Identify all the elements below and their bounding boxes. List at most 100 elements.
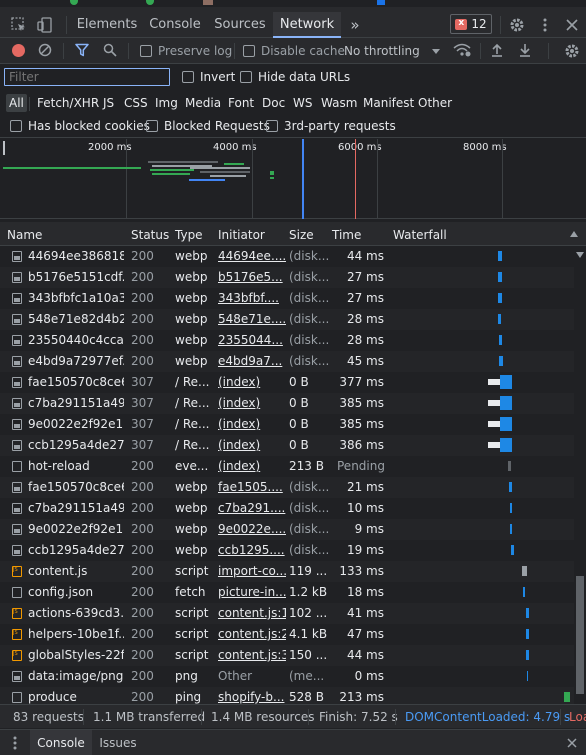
type-filter-all[interactable]: All (6, 94, 27, 112)
throttling-select[interactable]: No throttling (344, 43, 440, 59)
inspect-element-icon[interactable] (9, 15, 29, 35)
request-row[interactable]: 9e0022e2f92e1... 307 / Re... (index) 0 B 385 … (0, 414, 574, 435)
type-filter-media[interactable]: Media (185, 94, 221, 112)
request-initiator[interactable]: (index) (218, 372, 286, 393)
request-row[interactable]: 44694ee386818... 200 webp 44694ee....(disk.… (0, 246, 574, 267)
type-filter-fetch-xhr[interactable]: Fetch/XHR (37, 94, 99, 112)
column-header-initiator[interactable]: Initiator (218, 225, 265, 247)
request-row[interactable]: ccb1295a4de27... 200 webp ccb1295....(disk.… (0, 540, 574, 561)
type-filter-js[interactable]: JS (103, 94, 114, 112)
blocked-requests-checkbox[interactable] (146, 120, 158, 132)
request-initiator[interactable]: content.js:2 (218, 624, 286, 645)
request-initiator[interactable]: (index) (218, 414, 286, 435)
network-conditions-icon[interactable] (452, 42, 472, 58)
request-initiator[interactable]: ccb1295.... (218, 540, 286, 561)
column-header-type[interactable]: Type (175, 225, 203, 247)
overview-timeline[interactable]: 2000 ms 4000 ms 6000 ms 8000 ms (0, 139, 586, 219)
close-devtools-icon[interactable] (562, 15, 582, 35)
export-har-icon[interactable] (517, 42, 533, 58)
request-row[interactable]: fae150570c8ce6... 200 webp fae1505....(disk… (0, 477, 574, 498)
disable-cache-checkbox[interactable] (243, 45, 255, 57)
error-badge[interactable]: x 12 (450, 14, 492, 34)
hide-data-urls-toggle[interactable]: Hide data URLs (240, 69, 350, 85)
request-initiator[interactable]: (index) (218, 456, 286, 477)
blocked-cookies-checkbox[interactable] (10, 120, 22, 132)
tab-elements[interactable]: Elements (74, 12, 140, 38)
request-initiator[interactable]: content.js:3 (218, 645, 286, 666)
hide-data-urls-checkbox[interactable] (240, 71, 252, 83)
request-initiator[interactable]: 343bfbf.... (218, 288, 286, 309)
preserve-log-toggle[interactable]: Preserve log (140, 43, 232, 59)
scrollbar-thumb[interactable] (576, 576, 584, 694)
overview-left-handle[interactable] (3, 141, 5, 155)
request-row[interactable]: config.json 200 fetch picture-in... 1.2 kB 18… (0, 582, 574, 603)
request-initiator[interactable]: import-co... (218, 561, 286, 582)
device-toolbar-icon[interactable] (35, 15, 55, 35)
import-har-icon[interactable] (489, 42, 505, 58)
disable-cache-toggle[interactable]: Disable cache (243, 43, 345, 59)
request-initiator[interactable]: e4bd9a7... (218, 351, 286, 372)
drawer-tab-issues[interactable]: Issues (95, 730, 141, 755)
request-row[interactable]: hot-reload 200 eve... (index) 213 B Pending (0, 456, 574, 477)
request-initiator[interactable]: fae1505.... (218, 477, 286, 498)
request-row[interactable]: c7ba291151a49... 307 / Re... (index)0 B 385 … (0, 393, 574, 414)
request-row[interactable]: c7ba291151a49... 200 webp c7ba291....(disk.… (0, 498, 574, 519)
request-row[interactable]: content.js 200 script import-co...119 ... 13… (0, 561, 574, 582)
request-row[interactable]: 23550440c4cca... 200 webp 2355044...(disk..… (0, 330, 574, 351)
request-row[interactable]: 9e0022e2f92e1... 200 webp 9e0022e.... (disk.… (0, 519, 574, 540)
request-row[interactable]: ccb1295a4de27... 307 / Re... (index)0 B 386 … (0, 435, 574, 456)
search-icon[interactable] (102, 42, 118, 58)
request-row[interactable]: globalStyles-22f... 200 script content.js:3… (0, 645, 574, 666)
more-tabs-button[interactable]: » (344, 12, 366, 38)
request-row[interactable]: e4bd9a72977ef... 200 webp e4bd9a7... (disk..… (0, 351, 574, 372)
type-filter-doc[interactable]: Doc (262, 94, 285, 112)
third-party-toggle[interactable]: 3rd-party requests (266, 118, 396, 134)
blocked-requests-toggle[interactable]: Blocked Requests (146, 118, 270, 134)
type-filter-other[interactable]: Other (418, 94, 452, 112)
request-row[interactable]: actions-639cd3... 200 script content.js:110… (0, 603, 574, 624)
request-initiator[interactable]: content.js:1 (218, 603, 286, 624)
type-filter-ws[interactable]: WS (293, 94, 312, 112)
table-scrollbar[interactable] (574, 246, 586, 704)
column-header-time[interactable]: Time (332, 225, 361, 247)
blocked-cookies-toggle[interactable]: Has blocked cookies (10, 118, 150, 134)
sort-up-icon[interactable] (570, 231, 578, 237)
column-header-status[interactable]: Status (131, 225, 169, 247)
request-initiator[interactable]: 2355044... (218, 330, 286, 351)
third-party-checkbox[interactable] (266, 120, 278, 132)
filter-icon[interactable] (74, 42, 90, 58)
tab-network[interactable]: Network (273, 12, 341, 38)
drawer-menu-icon[interactable] (8, 736, 22, 750)
type-filter-wasm[interactable]: Wasm (321, 94, 357, 112)
close-drawer-icon[interactable] (566, 737, 578, 749)
request-row[interactable]: 343bfbfc1a10a3... 200 webp 343bfbf....(disk… (0, 288, 574, 309)
type-filter-css[interactable]: CSS (124, 94, 148, 112)
tab-sources[interactable]: Sources (210, 12, 270, 38)
drawer-tab-console[interactable]: Console (30, 730, 92, 755)
request-initiator[interactable]: (index) (218, 393, 286, 414)
request-initiator[interactable]: 548e71e.... (218, 309, 286, 330)
invert-checkbox[interactable] (182, 71, 194, 83)
request-row[interactable]: produce 200 ping shopify-b... 528 B 213 ms (0, 687, 574, 704)
column-header-name[interactable]: Name (7, 225, 42, 247)
request-initiator[interactable]: b5176e5... (218, 267, 286, 288)
clear-icon[interactable] (37, 42, 53, 58)
record-icon[interactable] (10, 42, 26, 58)
network-settings-gear-icon[interactable] (563, 42, 581, 60)
request-initiator[interactable]: shopify-b... (218, 687, 286, 704)
request-row[interactable]: fae150570c8ce6... 307 / Re... (index)0 B 377… (0, 372, 574, 393)
column-header-waterfall[interactable]: Waterfall (393, 225, 447, 247)
request-row[interactable]: data:image/png... 200 png Other (me... 0 ms (0, 666, 574, 687)
request-row[interactable]: helpers-10be1f... 200 script content.js:24.… (0, 624, 574, 645)
request-row[interactable]: 548e71e82d4b2... 200 webp 548e71e....(disk.… (0, 309, 574, 330)
request-initiator[interactable]: (index) (218, 435, 286, 456)
type-filter-manifest[interactable]: Manifest (363, 94, 414, 112)
scroll-up-arrow-icon[interactable] (576, 252, 584, 258)
request-initiator[interactable]: 44694ee.... (218, 246, 286, 267)
request-row[interactable]: b5176e5151cdf... 200 webp b5176e5... (disk..… (0, 267, 574, 288)
column-header-size[interactable]: Size (289, 225, 314, 247)
tab-console[interactable]: Console (142, 12, 208, 38)
request-initiator[interactable]: 9e0022e.... (218, 519, 286, 540)
request-initiator[interactable]: picture-in... (218, 582, 286, 603)
settings-gear-icon[interactable] (507, 15, 527, 35)
